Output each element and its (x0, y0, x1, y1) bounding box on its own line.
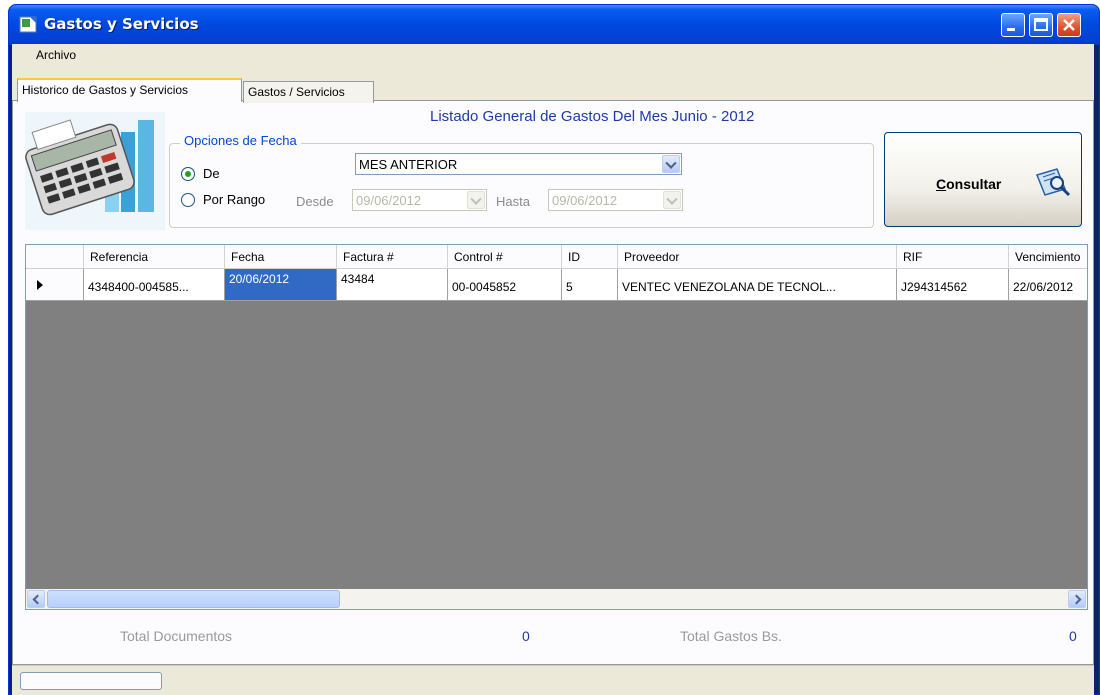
scroll-right-icon[interactable] (1068, 590, 1086, 608)
grid-corner (26, 245, 84, 269)
table-cell[interactable]: 20/06/2012 (225, 269, 337, 301)
column-header[interactable]: RIF (897, 245, 1009, 269)
calculator-icon (25, 112, 165, 230)
column-header[interactable]: Proveedor (618, 245, 897, 269)
tab-historico-label: Historico de Gastos y Servicios (22, 83, 189, 97)
window-title: Gastos y Servicios (44, 15, 199, 33)
table-cell[interactable]: 4348400-004585... (84, 269, 225, 301)
horizontal-scrollbar[interactable] (26, 589, 1087, 609)
gastos-grid[interactable]: Referencia Fecha Factura # Control # ID … (25, 244, 1088, 610)
table-cell[interactable]: VENTEC VENEZOLANA DE TECNOL... (618, 269, 897, 301)
radio-por-rango[interactable] (181, 193, 195, 207)
total-documentos-value: 0 (522, 628, 530, 644)
listado-title: Listado General de Gastos Del Mes Junio … (430, 108, 755, 125)
tab-historico[interactable]: Historico de Gastos y Servicios (17, 78, 242, 102)
total-gastos-value: 0 (1069, 628, 1077, 644)
column-header[interactable]: Control # (448, 245, 562, 269)
minimize-button[interactable] (1001, 13, 1025, 37)
consultar-button[interactable]: Consultar (884, 132, 1082, 227)
table-cell[interactable]: 43484 (337, 269, 448, 301)
desde-date-value: 09/06/2012 (356, 193, 422, 208)
close-icon (1063, 19, 1075, 31)
total-documentos-label: Total Documentos (120, 628, 233, 644)
maximize-icon (1034, 18, 1048, 31)
column-header[interactable]: Fecha (225, 245, 337, 269)
table-cell[interactable]: J294314562 (897, 269, 1009, 301)
fecha-options-legend: Opciones de Fecha (180, 133, 301, 148)
status-panel (20, 672, 162, 690)
title-bar[interactable]: Gastos y Servicios (9, 5, 1099, 45)
table-cell[interactable]: 00-0045852 (448, 269, 562, 301)
chevron-down-icon[interactable] (467, 191, 485, 209)
grid-header: Referencia Fecha Factura # Control # ID … (26, 245, 1087, 269)
menu-archivo[interactable]: Archivo (36, 48, 76, 62)
column-header[interactable]: Referencia (84, 245, 225, 269)
status-bar (12, 665, 1094, 691)
hasta-date-picker[interactable]: 09/06/2012 (548, 189, 683, 211)
chevron-down-icon[interactable] (662, 155, 680, 173)
mes-select[interactable]: MES ANTERIOR (355, 153, 682, 175)
mes-select-value: MES ANTERIOR (359, 157, 458, 172)
column-header[interactable]: ID (562, 245, 618, 269)
column-header[interactable]: Vencimiento (1009, 245, 1087, 269)
desde-date-picker[interactable]: 09/06/2012 (352, 189, 487, 211)
tab-gastos-servicios[interactable]: Gastos / Servicios (243, 81, 374, 103)
scroll-left-icon[interactable] (27, 590, 45, 608)
column-header[interactable]: Factura # (337, 245, 448, 269)
menu-bar: Archivo (12, 44, 1094, 66)
search-document-icon (1035, 168, 1071, 197)
radio-por-rango-label[interactable]: Por Rango (203, 192, 265, 207)
hasta-date-value: 09/06/2012 (552, 193, 618, 208)
tab-gastos-servicios-label: Gastos / Servicios (248, 85, 345, 99)
maximize-button[interactable] (1029, 13, 1053, 37)
minimize-icon (1007, 28, 1015, 31)
scroll-thumb[interactable] (47, 590, 340, 608)
total-gastos-label: Total Gastos Bs. (680, 628, 782, 644)
table-row[interactable]: 4348400-004585... 20/06/2012 43484 00-00… (26, 269, 1087, 301)
radio-de[interactable] (181, 167, 195, 181)
close-button[interactable] (1057, 13, 1081, 37)
radio-de-label[interactable]: De (203, 166, 220, 181)
desde-label: Desde (296, 194, 334, 209)
app-icon (19, 16, 37, 33)
table-cell[interactable]: 5 (562, 269, 618, 301)
hasta-label: Hasta (496, 194, 530, 209)
table-cell[interactable]: 22/06/2012 (1009, 269, 1087, 301)
chevron-down-icon[interactable] (663, 191, 681, 209)
row-pointer-icon[interactable] (26, 269, 84, 301)
consultar-button-label: Consultar (936, 176, 1002, 192)
